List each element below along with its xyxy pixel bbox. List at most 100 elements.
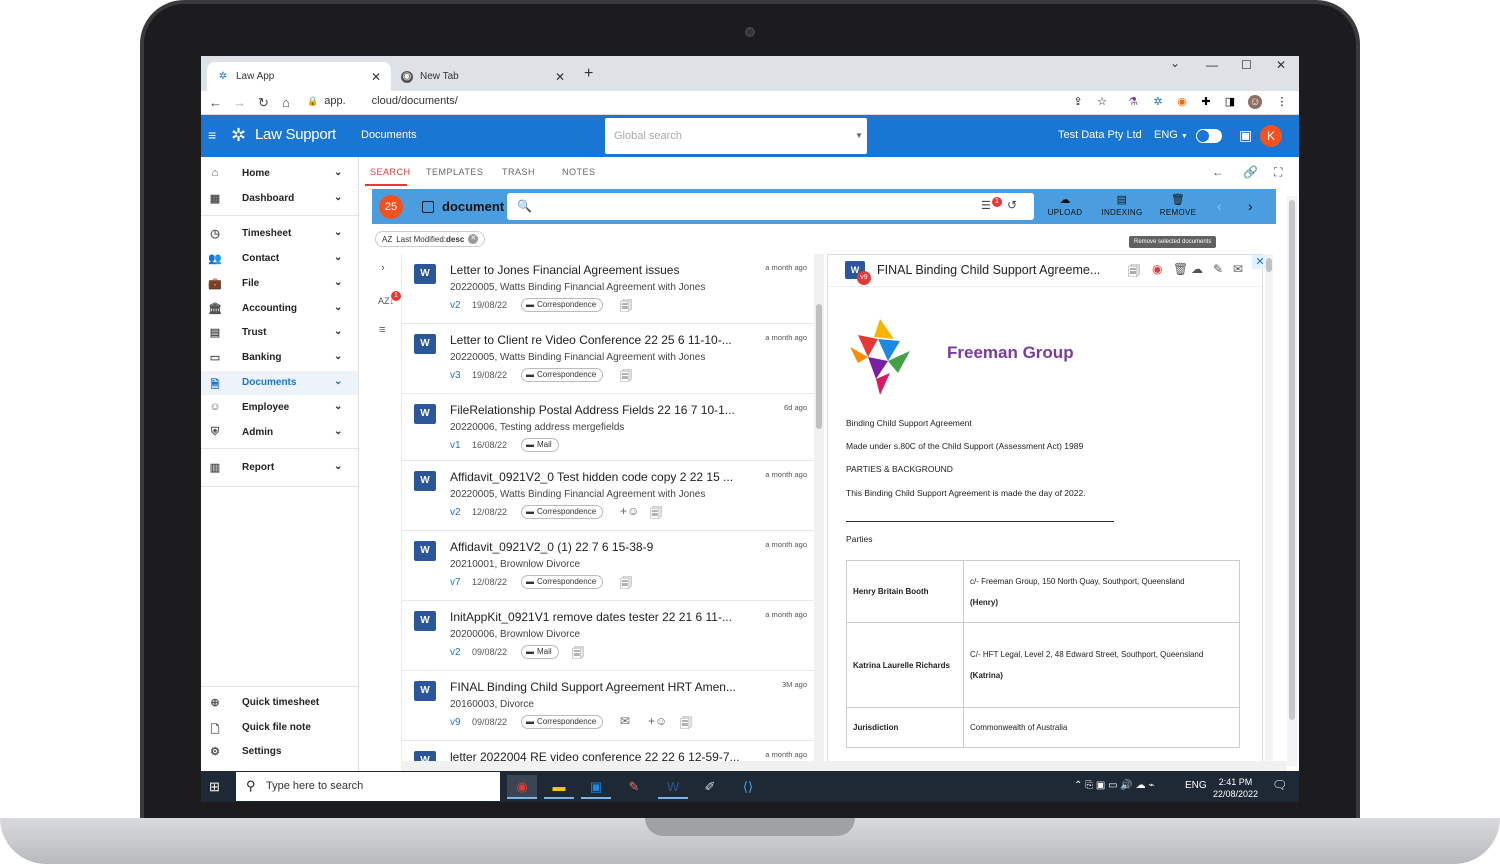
category-tag[interactable]: ▬ Mail: [521, 438, 559, 452]
url-field[interactable]: 🔒 app. cloud/documents/: [307, 95, 458, 107]
chevron-right-icon[interactable]: ›: [381, 262, 385, 274]
document-title[interactable]: Letter to Jones Financial Agreement issu…: [450, 263, 755, 277]
chevron-down-icon[interactable]: ⌄: [1170, 56, 1180, 70]
version-link[interactable]: v3: [450, 370, 461, 381]
chevron-right-icon[interactable]: ›: [1248, 198, 1253, 214]
company-selector[interactable]: Test Data Pty Ltd: [1058, 129, 1142, 141]
add-contact-icon[interactable]: +☺: [620, 504, 639, 518]
version-link[interactable]: v2: [450, 647, 461, 658]
sidebar-settings[interactable]: ⚙ Settings: [201, 740, 358, 764]
filter-icon[interactable]: ☰: [981, 199, 991, 212]
clear-sort-icon[interactable]: ✕: [468, 234, 479, 244]
category-tag[interactable]: ▬ Correspondence: [521, 505, 604, 519]
list-scrollbar[interactable]: [814, 254, 824, 766]
sort-chip[interactable]: AZ Last Modified:desc ✕: [375, 231, 486, 247]
theme-toggle[interactable]: [1196, 129, 1222, 143]
upload-button[interactable]: ☁ UPLOAD: [1040, 193, 1090, 217]
sidebar-item-admin[interactable]: ⛨ Admin ⌄: [201, 421, 358, 445]
chevron-left-icon[interactable]: ‹: [1217, 198, 1222, 214]
extensions-puzzle-icon[interactable]: ✚: [1199, 95, 1213, 109]
category-tag[interactable]: ▬ Correspondence: [521, 715, 604, 729]
version-link[interactable]: v7: [450, 577, 461, 588]
close-tab-icon[interactable]: ✕: [555, 70, 565, 84]
sidebar-item-file[interactable]: 💼 File ⌄: [201, 272, 358, 296]
extension-snowflake-icon[interactable]: ✲: [1151, 95, 1165, 109]
language-selector[interactable]: ENG ▼: [1154, 129, 1188, 141]
preview-doc-icon[interactable]: 🗐: [680, 714, 692, 735]
history-icon[interactable]: ↺: [1007, 198, 1017, 212]
document-title[interactable]: Affidavit_0921V2_0 (1) 22 7 6 15-38-9: [450, 540, 755, 554]
sidebar-item-trust[interactable]: ▤ Trust ⌄: [201, 321, 358, 345]
minimize-button[interactable]: —: [1206, 58, 1218, 72]
user-avatar[interactable]: K: [1260, 125, 1282, 147]
select-all-checkbox[interactable]: [422, 201, 434, 213]
share-icon[interactable]: ⇪: [1071, 95, 1085, 109]
eye-icon[interactable]: ◉: [1152, 262, 1162, 276]
sidebar-item-accounting[interactable]: 🏛 Accounting ⌄: [201, 297, 358, 321]
list-item[interactable]: W InitAppKit_0921V1 remove dates tester …: [402, 601, 814, 671]
home-icon[interactable]: ⌂: [282, 95, 290, 110]
tray-language[interactable]: ENG: [1185, 780, 1207, 791]
close-window-button[interactable]: ✕: [1276, 58, 1286, 72]
paint-icon[interactable]: ✎: [619, 775, 649, 799]
scroll-thumb[interactable]: [1266, 258, 1272, 272]
email-icon[interactable]: ✉: [620, 714, 630, 728]
extension-flask-icon[interactable]: ⚗: [1126, 95, 1140, 109]
pencil-icon[interactable]: ✎: [1213, 262, 1223, 276]
sidepanel-icon[interactable]: ◨: [1223, 95, 1237, 109]
list-item[interactable]: W FINAL Binding Child Support Agreement …: [402, 671, 814, 741]
close-tab-icon[interactable]: ✕: [371, 70, 381, 84]
version-link[interactable]: v1: [450, 440, 461, 451]
category-tag[interactable]: ▬ Correspondence: [521, 368, 604, 382]
sidebar-item-home[interactable]: ⌂ Home ⌄: [201, 162, 358, 186]
tab-search[interactable]: SEARCH: [370, 167, 411, 177]
preview-doc-icon[interactable]: 🗐: [572, 644, 584, 665]
list-item[interactable]: W Affidavit_0921V2_0 (1) 22 7 6 15-38-9 …: [402, 531, 814, 601]
fullscreen-icon[interactable]: ⛶: [1274, 165, 1282, 180]
document-title[interactable]: Letter to Client re Video Conference 22 …: [450, 333, 755, 347]
document-title[interactable]: FileRelationship Postal Address Fields 2…: [450, 403, 755, 417]
sidebar-item-report[interactable]: ▥ Report ⌄: [201, 456, 358, 480]
preview-doc-icon[interactable]: 🗐: [620, 367, 632, 388]
list-item[interactable]: W Letter to Jones Financial Agreement is…: [402, 254, 814, 324]
tab-notes[interactable]: NOTES: [562, 167, 596, 177]
taskbar-search-input[interactable]: ⚲ Type here to search: [236, 772, 500, 801]
arrow-left-icon[interactable]: ←: [1212, 165, 1224, 179]
version-link[interactable]: v2: [450, 300, 461, 311]
outlook-icon[interactable]: ▣: [581, 775, 611, 799]
notes-icon[interactable]: ▣: [1239, 127, 1252, 144]
remove-button[interactable]: 🗑 REMOVE: [1153, 193, 1203, 217]
caret-down-icon[interactable]: ▼: [855, 131, 863, 140]
category-tag[interactable]: ▬ Correspondence: [521, 575, 604, 589]
reload-icon[interactable]: ↻: [258, 95, 269, 111]
paint-brush-icon[interactable]: ✐: [695, 775, 725, 799]
taskbar-clock[interactable]: 2:41 PM 22/08/2022: [1213, 776, 1258, 800]
extension-badge-icon[interactable]: ◉: [1175, 95, 1189, 109]
sidebar-item-documents[interactable]: 🗎 Documents ⌄: [201, 371, 358, 395]
category-tag[interactable]: ▬ Correspondence: [521, 298, 604, 312]
scroll-thumb[interactable]: [1289, 200, 1295, 720]
tray-icons[interactable]: ⌃ ⎘ ▣ ▭ 🔊 ☁ ⌁: [1074, 780, 1154, 791]
document-title[interactable]: Affidavit_0921V2_0 Test hidden code copy…: [450, 470, 755, 484]
browser-menu-icon[interactable]: ⋮: [1275, 95, 1289, 109]
global-search-input[interactable]: Global search ▼: [605, 118, 867, 154]
category-tag[interactable]: ▬ Mail: [521, 645, 559, 659]
vscode-icon[interactable]: ⟨⟩: [733, 775, 763, 799]
brand-name[interactable]: Law Support: [255, 126, 336, 143]
preview-doc-icon[interactable]: 🗐: [620, 297, 632, 318]
maximize-button[interactable]: ☐: [1241, 58, 1252, 72]
sidebar-item-timesheet[interactable]: ◷ Timesheet ⌄: [201, 222, 358, 246]
mail-icon[interactable]: ✉: [1233, 262, 1243, 276]
list-item[interactable]: W Letter to Client re Video Conference 2…: [402, 324, 814, 394]
cloud-download-icon[interactable]: ☁: [1191, 262, 1203, 276]
forward-icon[interactable]: →: [233, 95, 246, 110]
sidebar-item-dashboard[interactable]: ▦ Dashboard ⌄: [201, 187, 358, 211]
indexing-button[interactable]: ▤ INDEXING: [1097, 193, 1147, 217]
browser-tab-law-app[interactable]: ✲ Law App ✕: [207, 62, 391, 91]
page-scrollbar[interactable]: [1287, 196, 1297, 766]
hamburger-menu-icon[interactable]: ≡: [208, 127, 216, 143]
version-link[interactable]: v9: [450, 717, 461, 728]
notifications-icon[interactable]: 🗨: [1272, 778, 1287, 792]
scroll-thumb[interactable]: [816, 304, 822, 429]
windows-start-icon[interactable]: ⊞: [209, 780, 223, 794]
